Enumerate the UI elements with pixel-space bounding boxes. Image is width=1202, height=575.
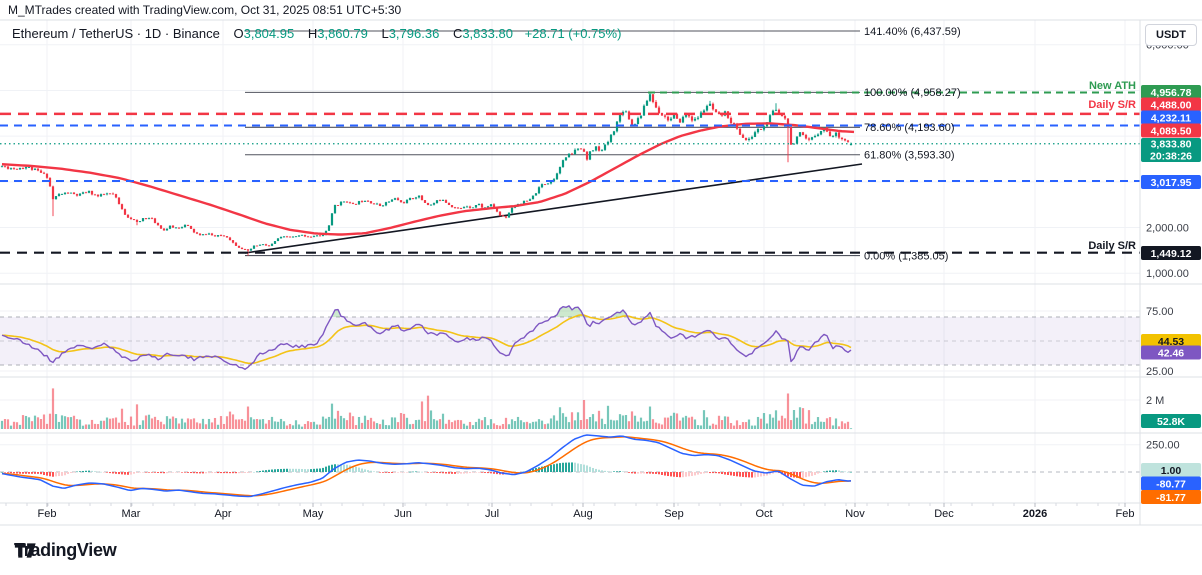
svg-text:Aug: Aug <box>573 508 593 520</box>
svg-text:4,488.00: 4,488.00 <box>1151 99 1192 111</box>
symbol-legend: Ethereum / TetherUS · 1D · Binance O3,80… <box>12 26 621 41</box>
svg-text:Daily S/R: Daily S/R <box>1088 240 1136 252</box>
svg-text:-81.77: -81.77 <box>1156 492 1186 504</box>
svg-text:Dec: Dec <box>934 508 954 520</box>
svg-text:52.8K: 52.8K <box>1157 416 1185 428</box>
svg-text:Nov: Nov <box>845 508 865 520</box>
high-label: H <box>307 26 318 41</box>
svg-text:4,232.11: 4,232.11 <box>1151 112 1191 124</box>
svg-text:1.00: 1.00 <box>1161 465 1182 477</box>
svg-text:75.00: 75.00 <box>1146 306 1174 318</box>
svg-text:Jul: Jul <box>485 508 499 520</box>
svg-text:1,000.00: 1,000.00 <box>1146 268 1189 280</box>
open-value: 3,804.95 <box>243 26 295 41</box>
svg-text:141.40% (6,437.59): 141.40% (6,437.59) <box>864 26 961 38</box>
currency-toggle-button[interactable]: USDT <box>1145 24 1197 46</box>
low-label: L <box>381 26 389 41</box>
time-axis[interactable]: Feb Mar Apr May Jun Jul Aug Sep Oct Nov Dec 2026 Feb <box>0 503 1140 525</box>
pane-dividers <box>0 19 1202 526</box>
macd-pane <box>1 434 852 498</box>
svg-text:3,833.80: 3,833.80 <box>1151 139 1192 151</box>
svg-text:2026: 2026 <box>1023 508 1047 520</box>
fib-retracement <box>245 30 860 257</box>
svg-text:42.46: 42.46 <box>1158 347 1184 359</box>
svg-text:0.00% (1,385.05): 0.00% (1,385.05) <box>864 250 948 262</box>
svg-text:Daily S/R: Daily S/R <box>1088 99 1136 111</box>
svg-text:2 M: 2 M <box>1146 395 1164 407</box>
svg-text:Sep: Sep <box>664 508 684 520</box>
svg-text:May: May <box>303 508 324 520</box>
tradingview-logo-icon <box>14 543 36 558</box>
close-label: C <box>452 26 463 41</box>
attribution-text: M_MTrades created with TradingView.com, … <box>8 3 402 17</box>
trend-line <box>244 163 863 254</box>
low-value: 3,796.36 <box>388 26 440 41</box>
change-value: +28.71 (+0.75%) <box>524 26 622 41</box>
svg-text:78.60% (4,193.60): 78.60% (4,193.60) <box>864 122 955 134</box>
svg-text:25.00: 25.00 <box>1146 366 1174 378</box>
svg-text:61.80% (3,593.30): 61.80% (3,593.30) <box>864 150 955 162</box>
svg-text:3,017.95: 3,017.95 <box>1151 177 1192 189</box>
svg-text:Mar: Mar <box>122 508 141 520</box>
svg-text:2,000.00: 2,000.00 <box>1146 222 1189 234</box>
svg-text:Feb: Feb <box>38 508 57 520</box>
svg-text:4,089.50: 4,089.50 <box>1151 125 1192 137</box>
volume-pane <box>0 388 853 430</box>
high-value: 3,860.79 <box>317 26 368 41</box>
svg-text:Oct: Oct <box>755 508 772 520</box>
svg-text:-80.77: -80.77 <box>1156 478 1186 490</box>
candlestick-series <box>0 92 853 256</box>
svg-text:250.00: 250.00 <box>1146 440 1180 452</box>
svg-text:100.00% (4,958.27): 100.00% (4,958.27) <box>864 87 961 99</box>
open-label: O <box>233 26 244 41</box>
rsi-band <box>0 316 1140 366</box>
symbol-title[interactable]: Ethereum / TetherUS · 1D · Binance <box>12 26 220 41</box>
svg-text:Feb: Feb <box>1116 508 1135 520</box>
tradingview-logo[interactable]: TradingView <box>14 540 117 561</box>
svg-text:Jun: Jun <box>394 508 412 520</box>
ma-line <box>1 122 855 236</box>
svg-text:4,956.78: 4,956.78 <box>1151 87 1192 99</box>
close-value: 3,833.80 <box>462 26 513 41</box>
tradingview-snapshot: M_MTrades created with TradingView.com, … <box>0 0 1202 575</box>
chart-canvas[interactable]: New ATH Daily S/R Daily S/R 141.40% (6,437.… <box>0 0 1202 575</box>
svg-text:Apr: Apr <box>214 508 231 520</box>
svg-text:1,449.12: 1,449.12 <box>1151 248 1192 260</box>
svg-text:New ATH: New ATH <box>1089 80 1136 92</box>
svg-text:20:38:26: 20:38:26 <box>1150 151 1192 163</box>
